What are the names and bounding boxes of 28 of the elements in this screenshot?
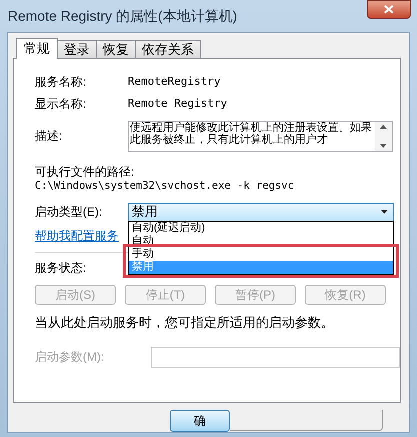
field-label: 描述: [35, 128, 64, 145]
field-label: 可执行文件的路径: [35, 164, 136, 179]
dropdown-arrow-icon [381, 210, 388, 214]
startup-type-dropdown[interactable]: 禁用 [128, 202, 394, 222]
close-button[interactable] [367, 0, 411, 19]
field-label: 启动参数(M): [35, 349, 106, 366]
field-value: Remote Registry [128, 96, 228, 112]
field-label: 服务状态: [35, 260, 88, 277]
field-label: 服务名称: [35, 74, 88, 91]
tab[interactable]: 登录 [57, 40, 97, 58]
dropdown-option[interactable]: 自动(延迟启动) [129, 222, 393, 235]
path-text: C:\Windows\system32\svchost.exe -k regsvc [35, 179, 296, 193]
up-arrow-icon[interactable] [380, 125, 387, 129]
dropdown-option[interactable]: 手动 [129, 248, 393, 261]
field-label: 启动类型(E): [35, 204, 104, 221]
down-arrow-icon[interactable] [380, 144, 387, 148]
note-text: 当从此处启动服务时，您可指定所适用的启动参数。 [35, 314, 335, 332]
field-label: 显示名称: [35, 96, 88, 113]
tab[interactable]: 常规 [16, 38, 58, 59]
description-text: 使远程用户能修改此计算机上的注册表设置。如果此服务被终止，只有此计算机上的用户才 [129, 122, 373, 148]
ok-button[interactable]: 确 [170, 410, 230, 432]
tab[interactable]: 恢复 [96, 40, 136, 58]
close-icon [384, 5, 394, 14]
scrollbar[interactable] [375, 122, 392, 151]
window-title: Remote Registry 的属性(本地计算机) [8, 7, 238, 26]
tab[interactable]: 依存关系 [135, 40, 201, 58]
start-parameters-field[interactable] [151, 346, 400, 368]
field-value: RemoteRegistry [128, 74, 221, 90]
